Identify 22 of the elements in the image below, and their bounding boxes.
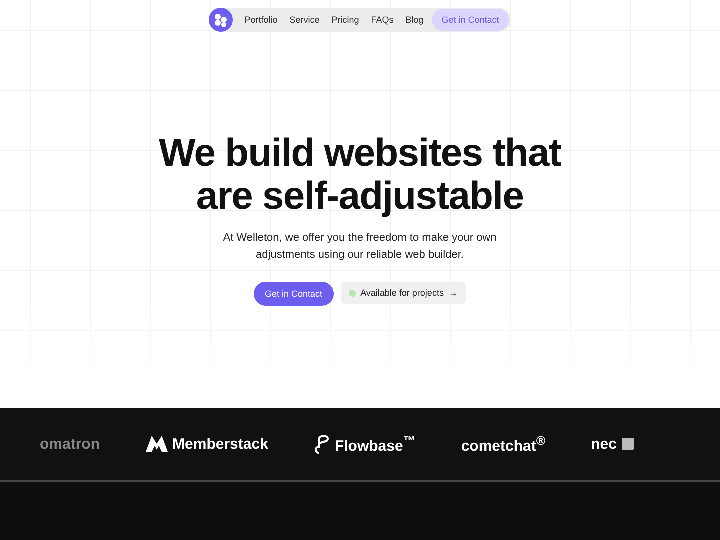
headline: We build websites that bbox=[158, 132, 562, 175]
square-logo-icon bbox=[622, 438, 634, 450]
contact-button[interactable]: Get in Contact bbox=[254, 282, 334, 306]
arrow-icon: → bbox=[448, 288, 458, 298]
logo-icon[interactable] bbox=[208, 8, 233, 32]
nav-link[interactable]: FAQs bbox=[365, 15, 400, 25]
nav-link[interactable]: Blog bbox=[400, 15, 430, 25]
brand-logo: Memberstack bbox=[172, 436, 268, 452]
f-logo-icon bbox=[314, 434, 330, 454]
nav-link[interactable]: Portfolio bbox=[238, 15, 284, 25]
availability-button[interactable]: Available for projects → bbox=[340, 282, 466, 304]
brand-logo: nec bbox=[591, 436, 617, 452]
nav-link[interactable]: Pricing bbox=[326, 15, 366, 25]
subtitle: At Welleton, we offer you the freedom to make your own bbox=[223, 231, 497, 246]
nav-link[interactable]: Service bbox=[284, 15, 326, 25]
subtitle: adjustments using our reliable web builder. bbox=[256, 248, 464, 263]
brand-logo: cometchat$^{®}$ bbox=[461, 434, 546, 454]
availability-label: Available for projects bbox=[360, 288, 444, 298]
headline: are self-adjustable bbox=[196, 175, 524, 218]
m-logo-icon bbox=[146, 436, 168, 452]
brand-logo: omatron bbox=[40, 436, 100, 452]
brand-logo: Flowbase$^{™}$ bbox=[334, 434, 416, 454]
